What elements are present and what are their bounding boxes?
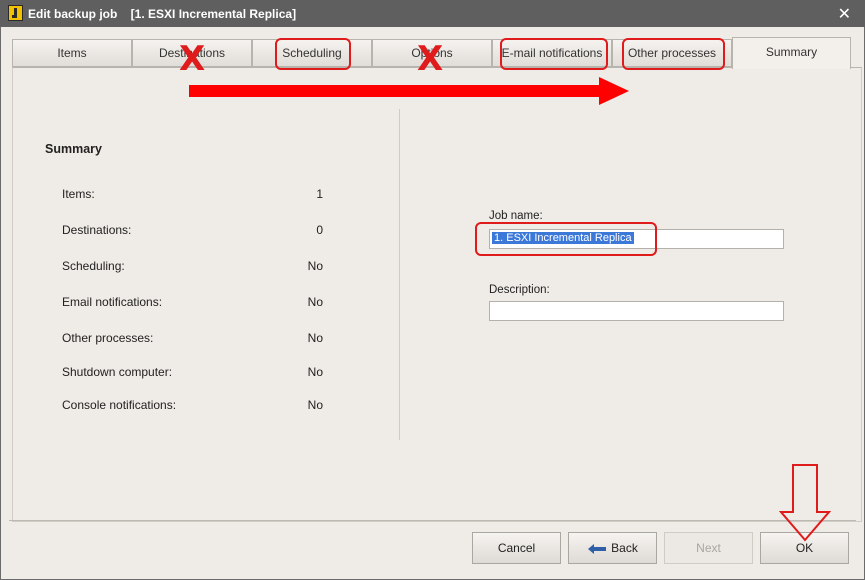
cancel-button[interactable]: Cancel: [472, 532, 561, 564]
tab-items[interactable]: Items: [12, 39, 132, 67]
back-button-label: Back: [611, 541, 638, 555]
down-arrow-annotation: [779, 464, 831, 542]
summary-value-items: 1: [316, 187, 323, 201]
window-title: Edit backup job [1. ESXI Incremental Rep…: [28, 7, 297, 21]
summary-label-destinations: Destinations:: [62, 223, 132, 237]
job-name-value: 1. ESXI Incremental Replica: [492, 232, 634, 244]
job-name-input[interactable]: 1. ESXI Incremental Replica: [489, 229, 784, 249]
tab-email-notifications[interactable]: E-mail notifications: [492, 39, 612, 67]
summary-value-email-notifications: No: [307, 295, 323, 309]
summary-label-items: Items:: [62, 187, 95, 201]
summary-value-other-processes: No: [307, 331, 323, 345]
right-arrow-annotation: [189, 85, 599, 97]
dialog-window: Items Destinations Scheduling Options E-…: [1, 27, 864, 579]
title-bar: Edit backup job [1. ESXI Incremental Rep…: [0, 0, 865, 27]
summary-label-other-processes: Other processes:: [62, 331, 154, 345]
tab-destinations[interactable]: Destinations: [132, 39, 252, 67]
summary-heading: Summary: [45, 142, 102, 156]
tab-summary[interactable]: Summary: [732, 37, 851, 69]
footer-separator: [9, 520, 856, 521]
summary-value-console-notifications: No: [307, 398, 323, 412]
app-logo-icon: [8, 5, 23, 21]
tab-scheduling[interactable]: Scheduling: [252, 39, 372, 67]
summary-label-scheduling: Scheduling:: [62, 259, 125, 273]
description-label: Description:: [489, 284, 550, 296]
summary-label-shutdown-computer: Shutdown computer:: [62, 365, 173, 379]
panel-divider: [399, 109, 400, 440]
summary-label-email-notifications: Email notifications:: [62, 295, 163, 309]
right-arrow-head: [599, 77, 629, 105]
back-arrow-icon: [588, 543, 607, 554]
next-button[interactable]: Next: [664, 532, 753, 564]
summary-label-console-notifications: Console notifications:: [62, 398, 177, 412]
tab-other-processes[interactable]: Other processes: [612, 39, 732, 67]
description-input[interactable]: [489, 301, 784, 321]
summary-value-shutdown-computer: No: [307, 365, 323, 379]
tab-options[interactable]: Options: [372, 39, 492, 67]
back-button[interactable]: Back: [568, 532, 657, 564]
job-name-label: Job name:: [489, 210, 543, 222]
close-icon[interactable]: ✕: [838, 4, 851, 24]
summary-value-scheduling: No: [307, 259, 323, 273]
summary-value-destinations: 0: [316, 223, 323, 237]
